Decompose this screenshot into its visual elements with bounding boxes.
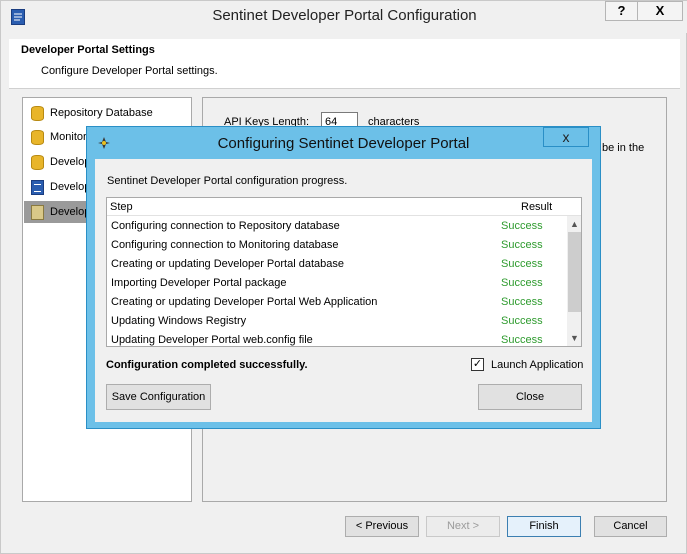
- step-result: Success: [501, 296, 543, 308]
- finish-button[interactable]: Finish: [507, 516, 581, 537]
- launch-application-label[interactable]: Launch Application: [491, 359, 583, 371]
- step-result: Success: [501, 277, 543, 289]
- nav-item-label: Develop: [50, 206, 91, 218]
- database-icon: [31, 105, 44, 121]
- step-row: Creating or updating Developer Portal da…: [107, 255, 567, 274]
- step-row: Configuring connection to Repository dat…: [107, 217, 567, 236]
- database-icon: [31, 154, 44, 170]
- step-name: Creating or updating Developer Portal da…: [111, 258, 344, 270]
- steps-list[interactable]: Step Result Configuring connection to Re…: [106, 197, 582, 347]
- column-header-result: Result: [521, 201, 553, 213]
- save-configuration-button[interactable]: Save Configuration: [106, 384, 211, 410]
- page-title: Developer Portal Settings: [21, 44, 155, 56]
- header-panel: Developer Portal Settings Configure Deve…: [9, 39, 680, 89]
- window-titlebar: Sentinet Developer Portal Configuration …: [1, 1, 687, 33]
- step-row: Creating or updating Developer Portal We…: [107, 293, 567, 312]
- cancel-button[interactable]: Cancel: [594, 516, 667, 537]
- step-name: Updating Developer Portal web.config fil…: [111, 334, 313, 346]
- step-name: Importing Developer Portal package: [111, 277, 287, 289]
- nav-item-label: Develop: [50, 181, 91, 193]
- step-row: Importing Developer Portal package Succe…: [107, 274, 567, 293]
- progress-description: Sentinet Developer Portal configuration …: [107, 175, 348, 187]
- nav-item-label: Repository Database: [50, 107, 153, 119]
- step-result: Success: [501, 258, 543, 270]
- close-button[interactable]: Close: [478, 384, 582, 410]
- dialog-title: Configuring Sentinet Developer Portal: [217, 135, 470, 152]
- database-icon: [31, 129, 44, 145]
- step-row: Updating Windows Registry Success: [107, 312, 567, 331]
- window-close-button[interactable]: X: [637, 1, 683, 21]
- steps-header: Step Result: [107, 198, 581, 216]
- nav-item-label: Develop: [50, 156, 91, 168]
- column-header-step: Step: [110, 201, 133, 213]
- status-message: Configuration completed successfully.: [106, 359, 308, 371]
- step-name: Configuring connection to Monitoring dat…: [111, 239, 339, 251]
- scroll-down-icon[interactable]: ▼: [567, 330, 581, 346]
- truncated-help-text: be in the: [602, 142, 645, 154]
- step-name: Creating or updating Developer Portal We…: [111, 296, 378, 308]
- help-button[interactable]: ?: [605, 1, 638, 21]
- scroll-thumb[interactable]: [568, 232, 581, 312]
- step-result: Success: [501, 220, 543, 232]
- window-title: Sentinet Developer Portal Configuration: [212, 7, 477, 24]
- step-result: Success: [501, 334, 543, 346]
- progress-dialog: Configuring Sentinet Developer Portal x …: [86, 126, 601, 429]
- dialog-titlebar: Configuring Sentinet Developer Portal x: [87, 127, 600, 159]
- launch-application-checkbox[interactable]: ✓: [471, 358, 484, 371]
- next-button[interactable]: Next >: [426, 516, 500, 537]
- nav-item-repository-database[interactable]: Repository Database: [24, 102, 191, 124]
- steps-scrollbar[interactable]: ▲ ▼: [567, 216, 581, 346]
- dialog-body: Sentinet Developer Portal configuration …: [95, 159, 592, 422]
- page-subtitle: Configure Developer Portal settings.: [41, 65, 218, 77]
- step-row: Updating Developer Portal web.config fil…: [107, 331, 567, 346]
- step-name: Updating Windows Registry: [111, 315, 247, 327]
- step-row: Configuring connection to Monitoring dat…: [107, 236, 567, 255]
- previous-button[interactable]: < Previous: [345, 516, 419, 537]
- step-result: Success: [501, 239, 543, 251]
- dialog-close-icon[interactable]: x: [543, 127, 589, 147]
- developer-icon: [31, 204, 44, 220]
- step-name: Configuring connection to Repository dat…: [111, 220, 340, 232]
- document-icon: [31, 179, 44, 195]
- step-result: Success: [501, 315, 543, 327]
- scroll-up-icon[interactable]: ▲: [567, 216, 581, 232]
